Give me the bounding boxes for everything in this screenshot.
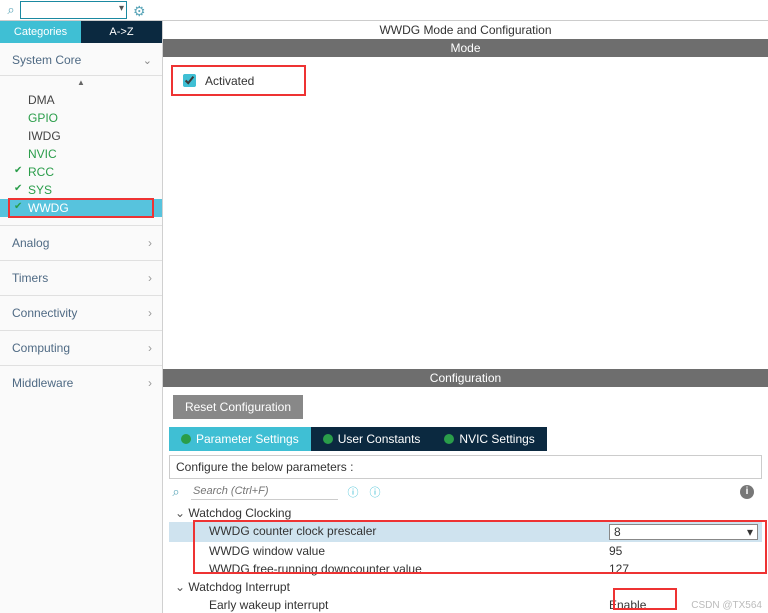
category-label: System Core [12,53,81,67]
chevron-right-icon: › [148,376,152,390]
subtab-user-constants[interactable]: User Constants [311,427,433,451]
system-core-tree: DMAGPIOIWDGNVICRCCSYSWWDG [0,89,162,225]
sidebar-item-wwdg[interactable]: WWDG [0,199,162,217]
activated-checkbox-wrap[interactable]: Activated [171,65,306,96]
chevron-down-icon: ▾ [119,3,124,14]
main-panel: WWDG Mode and Configuration Mode Activat… [163,21,768,613]
subtab-parameter-settings[interactable]: Parameter Settings [169,427,311,451]
param-row[interactable]: Early wakeup interruptEnable [169,596,762,613]
collapse-icon: ⌄ [175,506,185,520]
sidebar-item-rcc[interactable]: RCC [0,163,162,181]
category-connectivity[interactable]: Connectivity› [0,295,162,330]
category-middleware[interactable]: Middleware› [0,365,162,400]
check-icon [181,434,191,444]
param-group[interactable]: ⌄ Watchdog Interrupt [169,578,762,596]
global-search-input[interactable]: ▾ [20,1,127,19]
chevron-right-icon: › [148,341,152,355]
watermark: CSDN @TX564 [691,600,762,611]
check-icon [444,434,454,444]
sidebar-item-iwdg[interactable]: IWDG [0,127,162,145]
param-row[interactable]: WWDG window value95 [169,542,762,560]
param-row[interactable]: WWDG free-running downcounter value127 [169,560,762,578]
param-group[interactable]: ⌄ Watchdog Clocking [169,504,762,522]
info-icon[interactable]: i [740,485,754,499]
sidebar: Categories A->Z System Core ⌄ ▲ DMAGPIOI… [0,21,163,613]
sidebar-item-dma[interactable]: DMA [0,91,162,109]
sidebar-item-sys[interactable]: SYS [0,181,162,199]
param-value-dropdown[interactable]: 8▾ [609,524,758,540]
configuration-section-header: Configuration [163,369,768,387]
prev-icon[interactable]: ⓘ [346,485,360,499]
tab-categories[interactable]: Categories [0,21,81,43]
parameter-table: ⌄ Watchdog ClockingWWDG counter clock pr… [163,504,768,613]
gear-icon[interactable]: ⚙ [133,3,147,17]
page-title: WWDG Mode and Configuration [163,21,768,39]
chevron-down-icon: ⌄ [143,54,152,67]
sidebar-item-nvic[interactable]: NVIC [0,145,162,163]
search-icon: ⌕ [4,3,18,17]
chevron-down-icon: ▾ [747,525,753,539]
configure-hint: Configure the below parameters : [169,455,762,479]
activated-checkbox[interactable] [183,74,196,87]
mode-section-header: Mode [163,39,768,57]
tab-a-z[interactable]: A->Z [81,21,162,43]
search-icon: ⌕ [169,485,183,499]
category-analog[interactable]: Analog› [0,225,162,260]
next-icon[interactable]: ⓘ [368,485,382,499]
sidebar-item-gpio[interactable]: GPIO [0,109,162,127]
param-search-input[interactable] [191,483,338,500]
chevron-right-icon: › [148,306,152,320]
check-icon [323,434,333,444]
category-system-core[interactable]: System Core ⌄ [0,43,162,76]
collapse-icon: ⌄ [175,580,185,594]
param-row[interactable]: WWDG counter clock prescaler8▾ [169,522,762,542]
chevron-right-icon: › [148,271,152,285]
category-timers[interactable]: Timers› [0,260,162,295]
subtab-nvic-settings[interactable]: NVIC Settings [432,427,546,451]
category-computing[interactable]: Computing› [0,330,162,365]
reset-configuration-button[interactable]: Reset Configuration [173,395,303,419]
scroll-up-icon[interactable]: ▲ [0,76,162,89]
chevron-right-icon: › [148,236,152,250]
activated-label: Activated [205,74,254,88]
